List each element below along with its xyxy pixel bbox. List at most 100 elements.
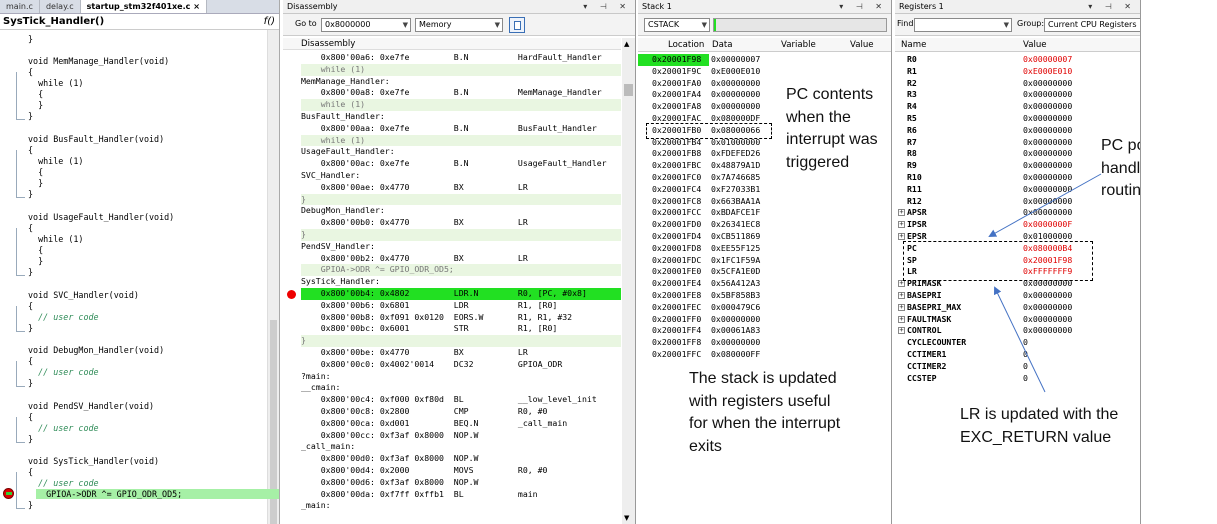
- disassembly-line[interactable]: 0x800'00b6: 0x6801 LDR R1, [R0]: [301, 300, 621, 312]
- disassembly-line[interactable]: 0x800'00ac: 0xe7fe B.N UsageFault_Handle…: [301, 158, 621, 170]
- code-line[interactable]: }: [28, 34, 33, 44]
- chevron-down-icon[interactable]: ▼: [624, 514, 629, 522]
- code-line[interactable]: {: [28, 89, 43, 99]
- disassembly-line[interactable]: 0x800'00d0: 0xf3af 0x8000 NOP.W: [301, 453, 621, 465]
- stack-row[interactable]: 0x20001FD0 0x26341EC8: [638, 219, 891, 231]
- disassembly-line[interactable]: DebugMon_Handler:: [301, 205, 621, 217]
- function-navigator[interactable]: SysTick_Handler() f(): [0, 14, 279, 30]
- disassembly-line[interactable]: 0x800'00d6: 0xf3af 0x8000 NOP.W: [301, 477, 621, 489]
- code-line[interactable]: GPIOA->ODR ^= GPIO_ODR_OD5;: [36, 489, 279, 499]
- stack-row[interactable]: 0x20001FCC 0xBDAFCE1F: [638, 207, 891, 219]
- code-line[interactable]: // user code: [28, 367, 99, 377]
- disassembly-scrollbar[interactable]: ▲ ▼: [622, 38, 635, 524]
- stack-row[interactable]: 0x20001FD4 0xCB511869: [638, 231, 891, 243]
- disassembly-line[interactable]: 0x800'00aa: 0xe7fe B.N BusFault_Handler: [301, 123, 621, 135]
- disassembly-line[interactable]: 0x800'00c8: 0x2800 CMP R0, #0: [301, 406, 621, 418]
- current-instruction-line[interactable]: 0x800'00b4: 0x4802 LDR.N R0, [PC, #0x8]: [301, 288, 621, 300]
- code-line[interactable]: while (1): [28, 78, 83, 88]
- disassembly-line[interactable]: while (1): [301, 99, 621, 111]
- fold-guide[interactable]: [16, 306, 25, 332]
- code-line[interactable]: // user code: [28, 423, 99, 433]
- disassembly-line[interactable]: 0x800'00bc: 0x6001 STR R1, [R0]: [301, 323, 621, 335]
- breakpoint-icon[interactable]: [287, 290, 296, 299]
- memory-select[interactable]: Memory ▼: [415, 18, 503, 32]
- disassembly-line[interactable]: 0x800'00cc: 0xf3af 0x8000 NOP.W: [301, 430, 621, 442]
- code-line[interactable]: void DebugMon_Handler(void): [28, 345, 164, 355]
- tab-startup-file[interactable]: startup_stm32f401xe.c ×: [80, 0, 207, 13]
- code-line[interactable]: }: [28, 434, 33, 444]
- disassembly-line[interactable]: GPIOA->ODR ^= GPIO_ODR_OD5;: [301, 264, 621, 277]
- stack-select[interactable]: CSTACK ▼: [644, 18, 710, 32]
- disassembly-line[interactable]: __cmain:: [301, 382, 621, 394]
- code-line[interactable]: {: [28, 301, 33, 311]
- close-icon[interactable]: ×: [193, 2, 200, 11]
- window-controls-icon[interactable]: ▾ ⊣ ✕: [839, 0, 887, 14]
- code-line[interactable]: }: [28, 178, 43, 188]
- disassembly-line[interactable]: 0x800'00ca: 0xd001 BEQ.N _call_main: [301, 418, 621, 430]
- disassembly-line[interactable]: 0x800'00c0: 0x4002'0014 DC32 GPIOA_ODR: [301, 359, 621, 371]
- stack-row[interactable]: 0x20001FE8 0x5BF858B3: [638, 290, 891, 302]
- stack-row[interactable]: 0x20001FF4 0x00061A83: [638, 325, 891, 337]
- code-line[interactable]: while (1): [28, 234, 83, 244]
- fold-guide[interactable]: [16, 472, 25, 509]
- code-line[interactable]: void PendSV_Handler(void): [28, 401, 154, 411]
- code-line[interactable]: }: [28, 378, 33, 388]
- tab-delay-c[interactable]: delay.c: [40, 0, 81, 13]
- goto-input[interactable]: 0x8000000 ▼: [321, 18, 411, 32]
- code-line[interactable]: {: [28, 223, 33, 233]
- stack-row[interactable]: 0x20001FE4 0x56A412A3: [638, 278, 891, 290]
- disassembly-line[interactable]: 0x800'00b8: 0xf091 0x0120 EORS.W R1, R1,…: [301, 312, 621, 324]
- window-controls-icon[interactable]: ▾ ⊣ ✕: [583, 0, 631, 14]
- disassembly-line[interactable]: }: [301, 335, 621, 347]
- stack-row[interactable]: 0x20001FDC 0x1FC1F59A: [638, 255, 891, 267]
- code-line[interactable]: void BusFault_Handler(void): [28, 134, 164, 144]
- disassembly-line[interactable]: SysTick_Handler:: [301, 276, 621, 288]
- disassembly-line[interactable]: 0x800'00be: 0x4770 BX LR: [301, 347, 621, 359]
- code-line[interactable]: {: [28, 145, 33, 155]
- disassembly-line[interactable]: while (1): [301, 134, 621, 147]
- disassembly-line[interactable]: ?main:: [301, 371, 621, 383]
- code-line[interactable]: // user code: [28, 312, 99, 322]
- disassembly-line[interactable]: _main:: [301, 500, 621, 512]
- disassembly-line[interactable]: 0x800'00b2: 0x4770 BX LR: [301, 253, 621, 265]
- code-line[interactable]: {: [28, 67, 33, 77]
- code-line[interactable]: }: [28, 100, 43, 110]
- fold-guide[interactable]: [16, 228, 25, 276]
- code-line[interactable]: void SVC_Handler(void): [28, 290, 139, 300]
- disassembly-line[interactable]: _call_main:: [301, 441, 621, 453]
- disassembly-line[interactable]: 0x800'00ae: 0x4770 BX LR: [301, 182, 621, 194]
- stack-row[interactable]: 0x20001FC4 0xF27033B1: [638, 184, 891, 196]
- stack-row[interactable]: 0x20001F9C 0xE000E010: [638, 66, 891, 78]
- code-line[interactable]: }: [28, 267, 33, 277]
- code-line[interactable]: while (1): [28, 156, 83, 166]
- disassembly-line[interactable]: }: [301, 229, 621, 241]
- stack-row[interactable]: 0x20001FF0 0x00000000: [638, 314, 891, 326]
- fold-guide[interactable]: [16, 361, 25, 387]
- code-line[interactable]: }: [28, 111, 33, 121]
- stack-row[interactable]: 0x20001FC8 0x663BAA1A: [638, 196, 891, 208]
- code-line[interactable]: {: [28, 245, 43, 255]
- stack-row[interactable]: 0x20001F98 0x00000007: [638, 54, 891, 66]
- editor-scrollbar[interactable]: [267, 30, 279, 524]
- code-line[interactable]: // user code: [28, 478, 99, 488]
- disassembly-line[interactable]: SVC_Handler:: [301, 170, 621, 182]
- code-line[interactable]: void MemManage_Handler(void): [28, 56, 169, 66]
- stack-row[interactable]: 0x20001FD8 0xEE55F125: [638, 243, 891, 255]
- chevron-up-icon[interactable]: ▲: [624, 40, 629, 48]
- stack-row[interactable]: 0x20001FE0 0x5CFA1E0D: [638, 266, 891, 278]
- fold-guide[interactable]: [16, 72, 25, 120]
- stack-row[interactable]: 0x20001FF8 0x00000000: [638, 337, 891, 349]
- fold-guide[interactable]: [16, 417, 25, 443]
- disassembly-line[interactable]: PendSV_Handler:: [301, 241, 621, 253]
- disassembly-line[interactable]: UsageFault_Handler:: [301, 146, 621, 158]
- code-line[interactable]: void SysTick_Handler(void): [28, 456, 159, 466]
- disassembly-line[interactable]: 0x800'00a6: 0xe7fe B.N HardFault_Handler: [301, 52, 621, 64]
- code-line[interactable]: {: [28, 412, 33, 422]
- code-line[interactable]: }: [28, 189, 33, 199]
- disassembly-line[interactable]: 0x800'00da: 0xf7ff 0xffb1 BL main: [301, 489, 621, 501]
- stack-row[interactable]: 0x20001FEC 0x000479C6: [638, 302, 891, 314]
- disassembly-line[interactable]: 0x800'00c4: 0xf000 0xf80d BL __low_level…: [301, 394, 621, 406]
- code-line[interactable]: }: [28, 500, 33, 510]
- scrollbar-thumb[interactable]: [624, 84, 633, 96]
- tab-main-c[interactable]: main.c: [0, 0, 40, 13]
